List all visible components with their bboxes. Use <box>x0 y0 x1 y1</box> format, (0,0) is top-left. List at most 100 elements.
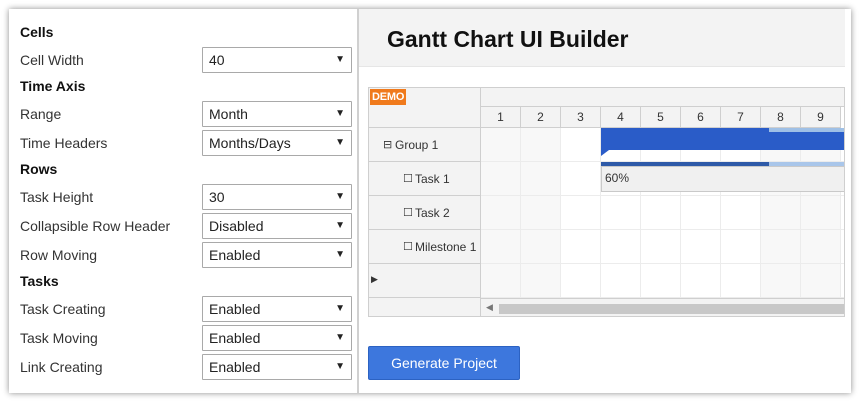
gantt-cell[interactable] <box>561 230 601 264</box>
gantt-cell[interactable] <box>521 264 561 298</box>
cell-width-label: Cell Width <box>20 52 84 68</box>
gantt-cell[interactable] <box>481 162 521 196</box>
task-height-select[interactable]: 30 ▼ <box>202 184 352 210</box>
cell-width-value: 40 <box>209 52 225 68</box>
caret-right-icon: ▶ <box>371 274 378 284</box>
task-creating-value: Enabled <box>209 301 261 317</box>
time-headers-value: Months/Days <box>209 135 291 151</box>
gantt-cell[interactable] <box>481 196 521 230</box>
checkbox-icon[interactable]: ☐ <box>403 240 413 253</box>
gantt-cell[interactable] <box>561 162 601 196</box>
horizontal-scrollbar[interactable]: ◀ <box>481 298 844 316</box>
row-moving-label: Row Moving <box>20 247 98 263</box>
row-label: Milestone 1 <box>415 240 477 254</box>
chevron-down-icon: ▼ <box>335 332 345 343</box>
row-header-task-1[interactable]: ☐ Task 1 <box>369 162 481 196</box>
range-select[interactable]: Month ▼ <box>202 101 352 127</box>
section-time-axis: Time Axis <box>20 78 86 94</box>
row-header-task-2[interactable]: ☐ Task 2 <box>369 196 481 230</box>
checkbox-icon[interactable]: ☐ <box>403 172 413 185</box>
day-header: 5 <box>641 107 681 128</box>
task-creating-label: Task Creating <box>20 301 106 317</box>
collapsible-row-header-select[interactable]: Disabled ▼ <box>202 213 352 239</box>
task-height-label: Task Height <box>20 189 94 205</box>
task-bar[interactable]: 60% <box>601 166 844 192</box>
range-label: Range <box>20 106 62 122</box>
gantt-cell[interactable] <box>721 230 761 264</box>
gantt-preview[interactable]: DEMO 1 2 3 4 5 6 7 8 9 ⊟ Group 1 ☐ Task … <box>368 87 845 317</box>
task-height-value: 30 <box>209 189 225 205</box>
gantt-cell[interactable] <box>641 230 681 264</box>
gantt-cell[interactable] <box>601 230 641 264</box>
task-progress-label: 60% <box>605 171 630 185</box>
section-rows: Rows <box>20 161 58 177</box>
day-header: 7 <box>721 107 761 128</box>
gantt-cell[interactable] <box>521 230 561 264</box>
group-bar[interactable] <box>601 132 844 150</box>
scrollbar-thumb[interactable] <box>499 304 844 314</box>
time-headers-label: Time Headers <box>20 135 108 151</box>
time-headers-select[interactable]: Months/Days ▼ <box>202 130 352 156</box>
task-creating-select[interactable]: Enabled ▼ <box>202 296 352 322</box>
gantt-cell[interactable] <box>481 264 521 298</box>
gantt-cell[interactable] <box>841 264 844 298</box>
gantt-cell[interactable] <box>761 264 801 298</box>
row-label: Task 2 <box>415 206 450 220</box>
gantt-cell[interactable] <box>721 264 761 298</box>
gantt-cell[interactable] <box>521 128 561 162</box>
gantt-cell[interactable] <box>761 230 801 264</box>
section-cells: Cells <box>20 24 54 40</box>
chevron-down-icon: ▼ <box>335 361 345 372</box>
chevron-down-icon: ▼ <box>335 249 345 260</box>
generate-project-button[interactable]: Generate Project <box>368 346 520 380</box>
row-moving-select[interactable]: Enabled ▼ <box>202 242 352 268</box>
day-header: 4 <box>601 107 641 128</box>
gantt-cell[interactable] <box>601 196 641 230</box>
gantt-cell[interactable] <box>641 264 681 298</box>
gantt-cell[interactable] <box>641 196 681 230</box>
gantt-cell[interactable] <box>841 230 844 264</box>
row-header-milestone-1[interactable]: ☐ Milestone 1 <box>369 230 481 264</box>
day-header: 8 <box>761 107 801 128</box>
app-frame: Cells Cell Width 40 ▼ Time Axis Range Mo… <box>9 9 851 393</box>
gantt-cell[interactable] <box>561 128 601 162</box>
gantt-cell[interactable] <box>681 196 721 230</box>
gantt-cell[interactable] <box>841 196 844 230</box>
gantt-cell[interactable] <box>721 196 761 230</box>
gantt-cell[interactable] <box>561 264 601 298</box>
scroll-left-icon[interactable]: ◀ <box>486 302 493 313</box>
collapsible-row-header-value: Disabled <box>209 218 264 234</box>
row-header-new[interactable]: ▶ <box>369 264 481 298</box>
gantt-cell[interactable] <box>801 264 841 298</box>
month-header <box>481 88 844 107</box>
settings-panel: Cells Cell Width 40 ▼ Time Axis Range Mo… <box>9 9 357 393</box>
section-tasks: Tasks <box>20 273 59 289</box>
gantt-cell[interactable] <box>601 264 641 298</box>
gantt-cell[interactable] <box>681 230 721 264</box>
chevron-down-icon: ▼ <box>335 54 345 65</box>
gantt-cell[interactable] <box>681 264 721 298</box>
link-creating-label: Link Creating <box>20 359 103 375</box>
chevron-down-icon: ▼ <box>335 108 345 119</box>
day-header: 9 <box>801 107 841 128</box>
day-header: 2 <box>521 107 561 128</box>
gantt-cell[interactable] <box>521 196 561 230</box>
gantt-cell[interactable] <box>481 230 521 264</box>
gantt-cell[interactable] <box>561 196 601 230</box>
task-moving-select[interactable]: Enabled ▼ <box>202 325 352 351</box>
gantt-cell[interactable] <box>481 128 521 162</box>
checkbox-icon[interactable]: ☐ <box>403 206 413 219</box>
cell-width-select[interactable]: 40 ▼ <box>202 47 352 73</box>
gantt-cell[interactable] <box>801 230 841 264</box>
gantt-cell[interactable] <box>801 196 841 230</box>
gantt-cell[interactable] <box>761 196 801 230</box>
group-bar-end-icon <box>601 150 609 156</box>
day-header: 6 <box>681 107 721 128</box>
chevron-down-icon: ▼ <box>335 303 345 314</box>
collapse-icon[interactable]: ⊟ <box>383 138 392 151</box>
row-header-group-1[interactable]: ⊟ Group 1 <box>369 128 481 162</box>
chevron-down-icon: ▼ <box>335 220 345 231</box>
link-creating-select[interactable]: Enabled ▼ <box>202 354 352 380</box>
link-creating-value: Enabled <box>209 359 261 375</box>
gantt-cell[interactable] <box>521 162 561 196</box>
